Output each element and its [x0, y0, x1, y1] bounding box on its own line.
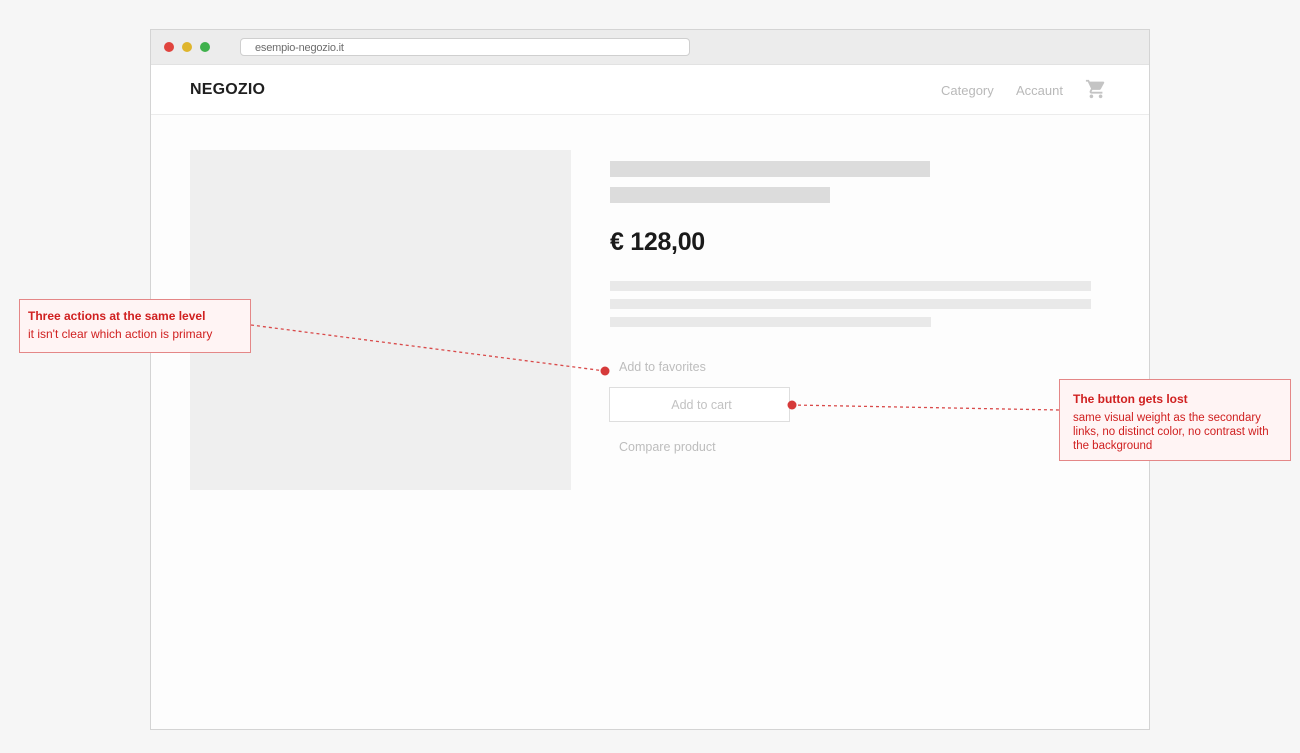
close-window-dot[interactable]: [164, 42, 174, 52]
canvas: esempio-negozio.it NEGOZIO Category Acca…: [0, 0, 1300, 753]
maximize-window-dot[interactable]: [200, 42, 210, 52]
annotation-body: same visual weight as the secondary link…: [1073, 412, 1269, 452]
description-skeleton-line: [610, 299, 1091, 309]
nav-account-link[interactable]: Accaunt: [1016, 83, 1063, 98]
browser-window: esempio-negozio.it NEGOZIO Category Acca…: [150, 29, 1150, 730]
compare-product-link[interactable]: Compare product: [619, 440, 716, 454]
add-to-cart-button[interactable]: Add to cart: [609, 387, 790, 422]
description-skeleton-line: [610, 281, 1091, 291]
annotation-body: it isn't clear which action is primary: [28, 327, 213, 341]
product-subtitle-skeleton: [610, 187, 830, 203]
cart-icon[interactable]: [1085, 78, 1107, 100]
site-header: NEGOZIO Category Accaunt: [151, 65, 1149, 115]
product-title-skeleton: [610, 161, 930, 177]
nav-category-link[interactable]: Category: [941, 83, 994, 98]
url-bar[interactable]: esempio-negozio.it: [240, 38, 690, 56]
description-skeleton-line: [610, 317, 931, 327]
browser-chrome: esempio-negozio.it: [151, 30, 1149, 65]
annotation-title: Three actions at the same level: [28, 309, 206, 323]
add-to-favorites-link[interactable]: Add to favorites: [619, 360, 706, 374]
product-price: € 128,00: [610, 228, 705, 256]
minimize-window-dot[interactable]: [182, 42, 192, 52]
brand-logo[interactable]: NEGOZIO: [190, 81, 265, 99]
annotation-three-actions: Three actions at the same level it isn't…: [19, 299, 251, 353]
annotation-title: The button gets lost: [1073, 392, 1188, 406]
annotation-button-lost: The button gets lost same visual weight …: [1059, 379, 1291, 461]
